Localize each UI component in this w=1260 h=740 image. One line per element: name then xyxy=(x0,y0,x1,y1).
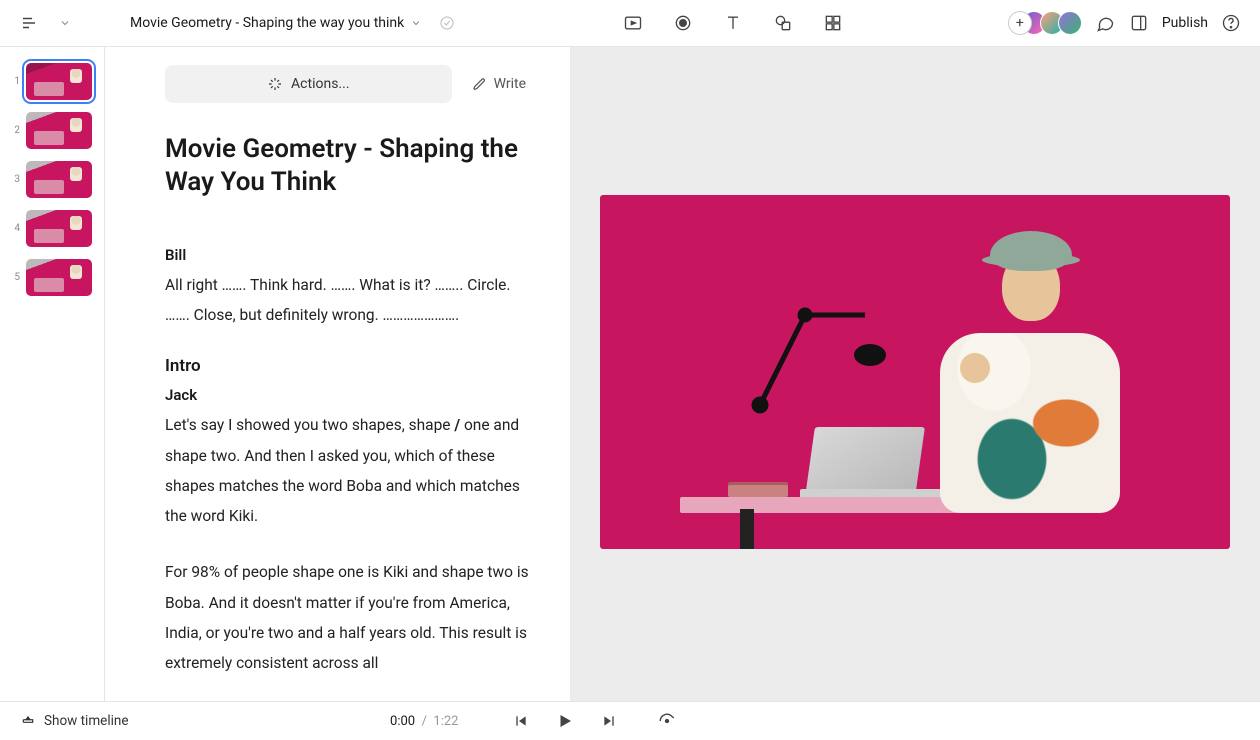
templates-icon[interactable] xyxy=(822,12,844,34)
thumb-number: 5 xyxy=(12,272,20,283)
transport-controls xyxy=(510,710,678,732)
playback-controls: 0:00 / 1:22 xyxy=(145,710,924,732)
document-title: Movie Geometry - Shaping the way you thi… xyxy=(130,15,404,31)
current-time: 0:00 xyxy=(390,714,415,729)
total-time: 1:22 xyxy=(433,714,458,729)
topbar-right: + Publish xyxy=(1008,11,1242,35)
record-icon[interactable] xyxy=(672,12,694,34)
title-block[interactable]: Movie Geometry - Shaping the way you thi… xyxy=(130,12,458,34)
top-bar: Movie Geometry - Shaping the way you thi… xyxy=(0,0,1260,47)
scene-sidebar: 1 2 3 4 5 xyxy=(0,47,105,701)
show-timeline-button[interactable]: Show timeline xyxy=(20,713,129,729)
timeline-icon xyxy=(20,713,36,729)
scene-thumb[interactable]: 3 xyxy=(12,161,92,198)
section-heading[interactable]: Intro xyxy=(165,356,530,376)
books-illustration xyxy=(728,485,788,497)
publish-button[interactable]: Publish xyxy=(1162,15,1208,31)
bottom-bar: Show timeline 0:00 / 1:22 xyxy=(0,701,1260,740)
script-title[interactable]: Movie Geometry - Shaping the Way You Thi… xyxy=(165,133,530,198)
collaborator-avatars[interactable]: + xyxy=(1008,11,1082,35)
transcript-paragraph[interactable]: All right ……. Think hard. ……. What is it… xyxy=(165,270,530,330)
thumb-number: 3 xyxy=(12,174,20,185)
person-illustration xyxy=(920,223,1140,513)
scene-thumb[interactable]: 1 xyxy=(12,63,92,100)
actions-button[interactable]: Actions... xyxy=(165,65,452,103)
preview-column xyxy=(570,47,1260,701)
thumb-image xyxy=(26,161,92,198)
comments-icon[interactable] xyxy=(1094,12,1116,34)
help-icon[interactable] xyxy=(1220,12,1242,34)
mic-illustration xyxy=(750,275,890,415)
transcript-paragraph[interactable]: For 98% of people shape one is Kiki and … xyxy=(165,557,530,678)
speaker-label[interactable]: Jack xyxy=(165,386,530,404)
laptop-illustration xyxy=(805,427,925,497)
menu-icon[interactable] xyxy=(18,12,40,34)
thumb-number: 2 xyxy=(12,125,20,136)
main-body: 1 2 3 4 5 Actions... Write xyxy=(0,47,1260,701)
speaker-label[interactable]: Bill xyxy=(165,246,530,264)
desk-leg-illustration xyxy=(740,509,754,549)
thumb-image xyxy=(26,259,92,296)
topbar-left: Movie Geometry - Shaping the way you thi… xyxy=(18,12,458,34)
avatar[interactable] xyxy=(1058,11,1082,35)
script-view-icon[interactable] xyxy=(622,12,644,34)
thumb-number: 1 xyxy=(12,76,20,87)
time-separator: / xyxy=(422,714,427,729)
thumb-image xyxy=(26,112,92,149)
text-icon[interactable] xyxy=(722,12,744,34)
pen-icon xyxy=(472,76,488,92)
thumb-number: 4 xyxy=(12,223,20,234)
saved-check-icon xyxy=(436,12,458,34)
thumb-image xyxy=(26,63,92,100)
scene-thumb[interactable]: 5 xyxy=(12,259,92,296)
show-timeline-label: Show timeline xyxy=(44,713,129,729)
loop-button[interactable] xyxy=(656,710,678,732)
topbar-center-tools xyxy=(468,12,998,34)
sparkle-icon xyxy=(267,76,283,92)
panel-icon[interactable] xyxy=(1128,12,1150,34)
skip-forward-button[interactable] xyxy=(598,710,620,732)
transcript-paragraph[interactable]: Let's say I showed you two shapes, shape… xyxy=(165,410,530,531)
title-chevron-icon xyxy=(410,17,422,29)
scene-thumb[interactable]: 4 xyxy=(12,210,92,247)
thumb-image xyxy=(26,210,92,247)
shapes-icon[interactable] xyxy=(772,12,794,34)
video-preview[interactable] xyxy=(600,195,1230,549)
play-button[interactable] xyxy=(554,710,576,732)
script-column: Actions... Write Movie Geometry - Shapin… xyxy=(105,47,570,701)
write-button[interactable]: Write xyxy=(468,76,530,92)
scene-thumb[interactable]: 2 xyxy=(12,112,92,149)
add-collaborator-button[interactable]: + xyxy=(1008,11,1032,35)
chevron-down-icon[interactable] xyxy=(54,12,76,34)
script-tools: Actions... Write xyxy=(165,65,530,103)
text-span: Let's say I showed you two shapes, shape xyxy=(165,416,454,434)
write-label: Write xyxy=(494,76,526,92)
actions-label: Actions... xyxy=(291,76,349,92)
skip-back-button[interactable] xyxy=(510,710,532,732)
time-display: 0:00 / 1:22 xyxy=(390,714,458,729)
